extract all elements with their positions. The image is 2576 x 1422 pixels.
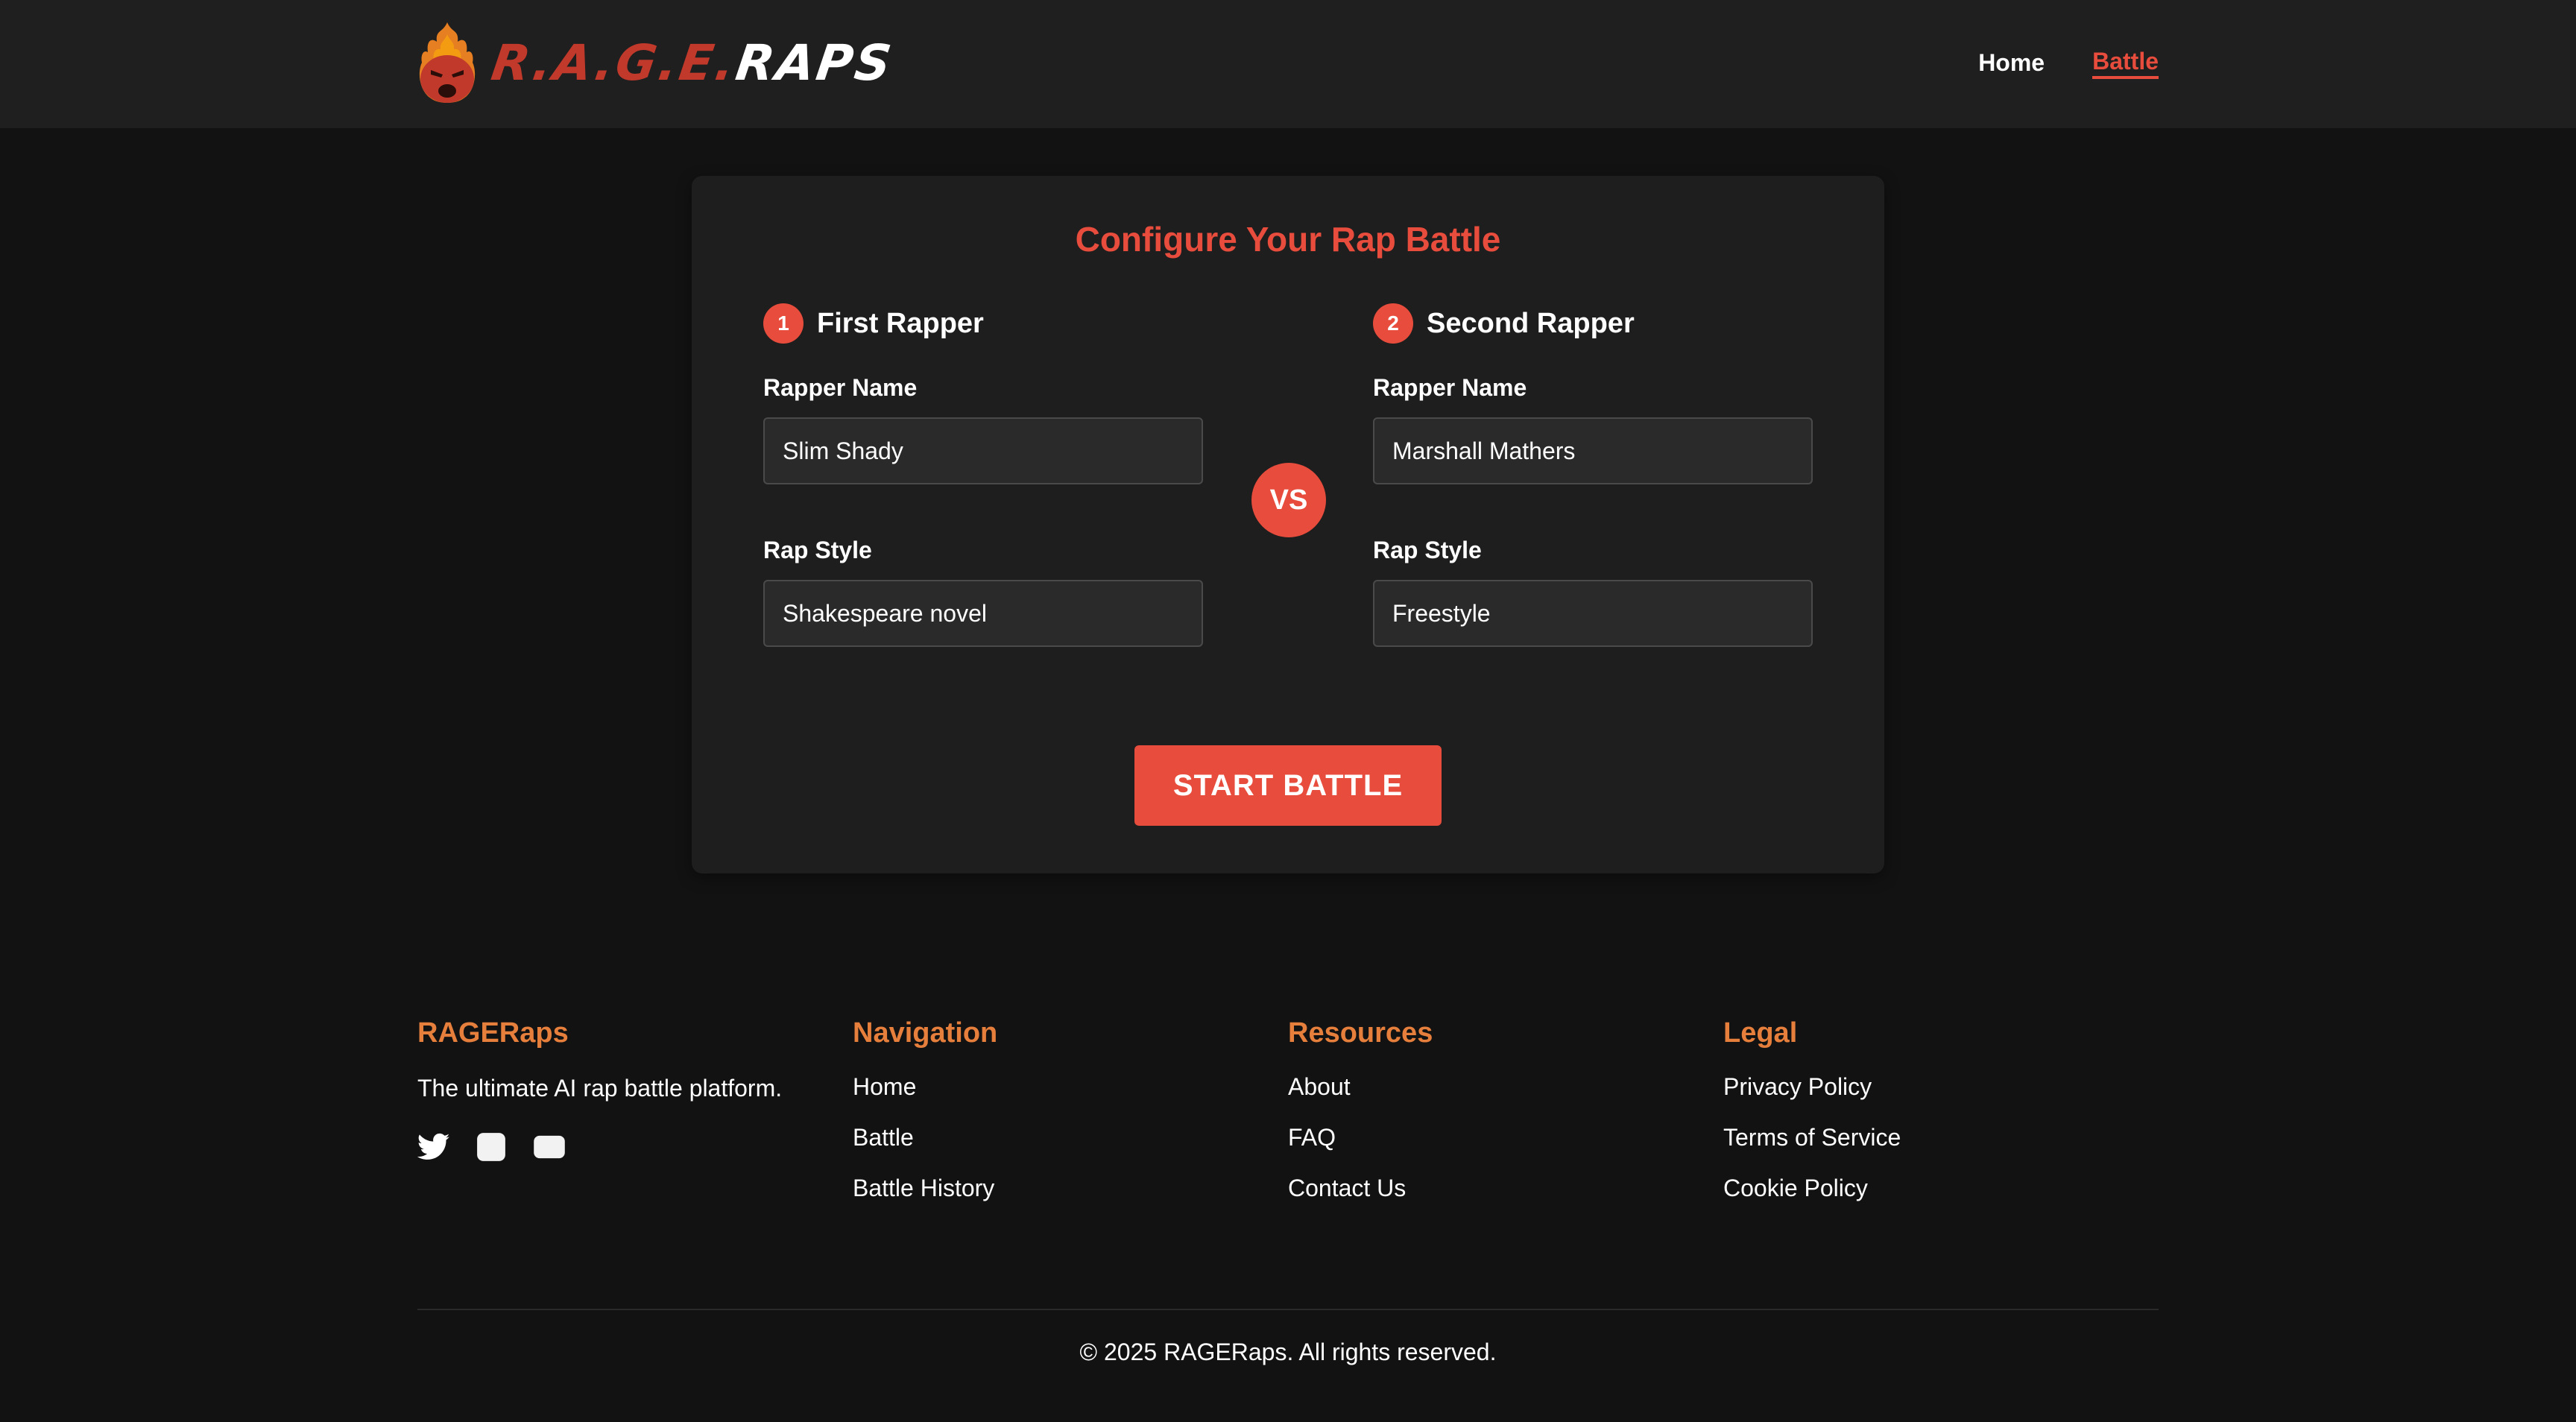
- footer-link-battle[interactable]: Battle: [853, 1124, 914, 1151]
- logo-wordmark: R.A.G.E.RAPS: [488, 34, 897, 92]
- start-battle-button[interactable]: START BATTLE: [1134, 745, 1442, 826]
- step-number-badge: 1: [763, 303, 804, 344]
- footer-link-battle-history[interactable]: Battle History: [853, 1175, 994, 1201]
- footer-link-privacy[interactable]: Privacy Policy: [1723, 1073, 1872, 1100]
- logo-raps-text: RAPS: [732, 34, 897, 92]
- site-header: R.A.G.E.RAPS Home Battle: [0, 0, 2576, 128]
- footer-legal-column: Legal Privacy Policy Terms of Service Co…: [1723, 1014, 2141, 1222]
- nav-home-link[interactable]: Home: [1978, 46, 2045, 79]
- site-logo[interactable]: R.A.G.E.RAPS: [416, 19, 897, 106]
- first-rapper-style-input[interactable]: [763, 580, 1203, 647]
- youtube-icon[interactable]: [532, 1134, 566, 1163]
- footer-navigation-column: Navigation Home Battle Battle History: [853, 1014, 1270, 1222]
- vs-badge: VS: [1251, 463, 1326, 537]
- first-rapper-name-input[interactable]: [763, 417, 1203, 484]
- footer-tagline: The ultimate AI rap battle platform.: [417, 1075, 783, 1102]
- footer-link-home[interactable]: Home: [853, 1073, 916, 1100]
- twitter-icon[interactable]: [417, 1133, 450, 1165]
- footer-link-terms[interactable]: Terms of Service: [1723, 1124, 1901, 1151]
- footer-link-about[interactable]: About: [1288, 1073, 1351, 1100]
- second-rapper-style-input[interactable]: [1373, 580, 1813, 647]
- first-rapper-heading: First Rapper: [817, 307, 984, 339]
- rapper-name-label: Rapper Name: [763, 374, 918, 401]
- first-rapper-panel: 1 First Rapper Rapper Name Rap Style: [763, 303, 1203, 647]
- logo-rage-text: R.A.G.E.: [487, 34, 741, 92]
- main-nav: Home Battle: [1978, 46, 2159, 79]
- step-number-badge: 2: [1373, 303, 1413, 344]
- footer-divider: [417, 1309, 2159, 1310]
- footer-link-contact[interactable]: Contact Us: [1288, 1175, 1406, 1201]
- flame-face-icon: [419, 22, 476, 103]
- footer-resources-column: Resources About FAQ Contact Us: [1288, 1014, 1705, 1222]
- second-rapper-name-input[interactable]: [1373, 417, 1813, 484]
- footer-brand-column: RAGERaps The ultimate AI rap battle plat…: [417, 1014, 835, 1166]
- footer-resources-links: About FAQ Contact Us: [1288, 1070, 1705, 1222]
- copyright-text: © 2025 RAGERaps. All rights reserved.: [1079, 1339, 1497, 1365]
- instagram-icon[interactable]: [476, 1131, 507, 1166]
- second-rapper-heading: Second Rapper: [1427, 307, 1635, 339]
- rap-style-label: Rap Style: [763, 537, 872, 563]
- page-title: Configure Your Rap Battle: [1075, 220, 1501, 259]
- social-links: [417, 1131, 835, 1166]
- footer-brand-heading: RAGERaps: [417, 1017, 569, 1049]
- rap-style-label: Rap Style: [1373, 537, 1482, 563]
- footer-link-cookies[interactable]: Cookie Policy: [1723, 1175, 1868, 1201]
- second-rapper-header: 2 Second Rapper: [1373, 303, 1813, 344]
- footer-navigation-heading: Navigation: [853, 1017, 998, 1049]
- second-rapper-panel: 2 Second Rapper Rapper Name Rap Style: [1373, 303, 1813, 647]
- first-rapper-header: 1 First Rapper: [763, 303, 1203, 344]
- footer-legal-links: Privacy Policy Terms of Service Cookie P…: [1723, 1070, 2141, 1222]
- battle-config-card: Configure Your Rap Battle 1 First Rapper…: [692, 176, 1884, 873]
- footer-resources-heading: Resources: [1288, 1017, 1433, 1049]
- footer-legal-heading: Legal: [1723, 1017, 1798, 1049]
- footer-link-faq[interactable]: FAQ: [1288, 1124, 1336, 1151]
- nav-battle-link[interactable]: Battle: [2092, 46, 2159, 79]
- footer-navigation-links: Home Battle Battle History: [853, 1070, 1270, 1222]
- rapper-name-label: Rapper Name: [1373, 374, 1527, 401]
